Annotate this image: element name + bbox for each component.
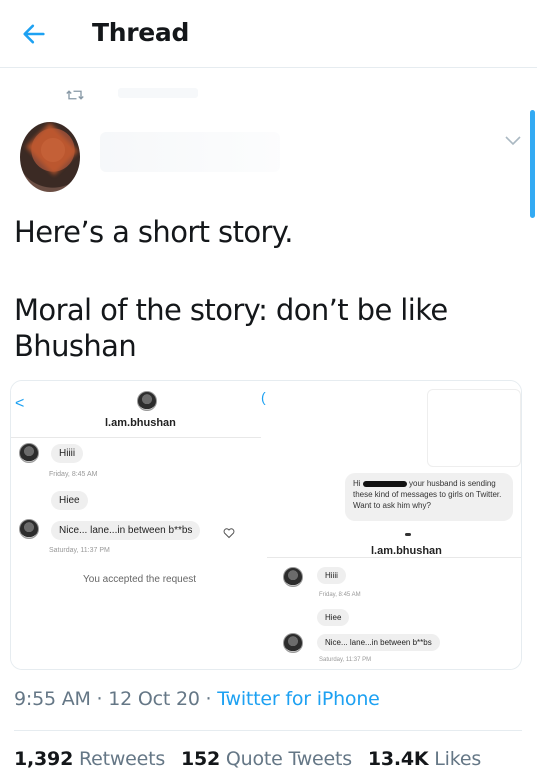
avatar (283, 633, 303, 653)
author-name-redacted (100, 132, 280, 172)
tweet-text-line: Bhushan (14, 329, 137, 363)
retweets-label: Retweets (78, 748, 166, 770)
dm-username: l.am.bhushan (105, 417, 176, 429)
quote-tweets-label: Quote Tweets (225, 748, 352, 770)
media-image-right[interactable]: ( Hi your husband is sending these kind … (261, 381, 521, 669)
tweet-text-line: Moral of the story: don’t be like (14, 293, 448, 327)
page-title: Thread (92, 18, 190, 47)
retweet-icon (66, 90, 84, 100)
paren-glyph: ( (261, 389, 266, 405)
tweet-stats: 1,392 Retweets 152 Quote Tweets 13.4K Li… (14, 748, 491, 770)
chevron-down-icon[interactable] (504, 134, 522, 148)
message-bubble: Hiee (51, 491, 88, 510)
likes-count: 13.4K (367, 748, 429, 770)
image-placeholder (427, 389, 521, 467)
tweet-time[interactable]: 9:55 AM (14, 688, 91, 710)
message-bubble: Hiiii (317, 567, 346, 584)
avatar (19, 443, 39, 463)
retweet-context-redacted (118, 88, 198, 98)
likes-label: Likes (434, 748, 482, 770)
tweet-source-link[interactable]: Twitter for iPhone (217, 688, 380, 710)
separator: · (199, 688, 218, 710)
request-accepted-note: You accepted the request (83, 574, 197, 585)
divider (14, 730, 522, 731)
message-timestamp: Friday, 8:45 AM (49, 471, 98, 478)
message-timestamp: Friday, 8:45 AM (319, 592, 361, 598)
quote-tweets-count: 152 (180, 748, 221, 770)
tweet-text-line: Here’s a short story. (14, 215, 293, 249)
avatar (137, 391, 157, 411)
retweets-stat[interactable]: 1,392 Retweets (14, 748, 165, 770)
message-bubble: Nice... lane...in between b**bs (51, 521, 201, 540)
tweet-media[interactable]: < l.am.bhushan Hiiii Friday, 8:45 AM Hie… (10, 380, 522, 670)
message-bubble: Nice... lane...in between b**bs (317, 634, 440, 651)
top-bar: Thread (0, 0, 537, 68)
avatar-dot (405, 533, 411, 536)
avatar (19, 519, 39, 539)
retweets-count: 1,392 (14, 748, 74, 770)
tweet-meta: 9:55 AM · 12 Oct 20 · Twitter for iPhone (14, 688, 380, 710)
message-bubble: Hiee (317, 609, 350, 626)
redacted-name (362, 480, 407, 487)
arrow-left-icon[interactable] (20, 20, 48, 48)
divider (11, 437, 261, 438)
reply-message: Hi your husband is sending these kind of… (345, 473, 513, 521)
heart-icon (223, 528, 235, 539)
media-image-left[interactable]: < l.am.bhushan Hiiii Friday, 8:45 AM Hie… (11, 381, 263, 669)
avatar[interactable] (20, 122, 80, 192)
scrollbar[interactable] (530, 110, 535, 218)
message-timestamp: Saturday, 11:37 PM (319, 657, 372, 663)
dm-username: l.am.bhushan (371, 545, 442, 557)
likes-stat[interactable]: 13.4K Likes (368, 748, 481, 770)
message-timestamp: Saturday, 11:37 PM (49, 547, 110, 554)
chevron-left-icon: < (15, 395, 25, 412)
reply-prefix: Hi (353, 479, 361, 488)
avatar (283, 567, 303, 587)
quote-tweets-stat[interactable]: 152 Quote Tweets (181, 748, 352, 770)
separator: · (90, 688, 109, 710)
divider (267, 557, 521, 558)
message-bubble: Hiiii (51, 444, 84, 463)
tweet-date[interactable]: 12 Oct 20 (108, 688, 200, 710)
